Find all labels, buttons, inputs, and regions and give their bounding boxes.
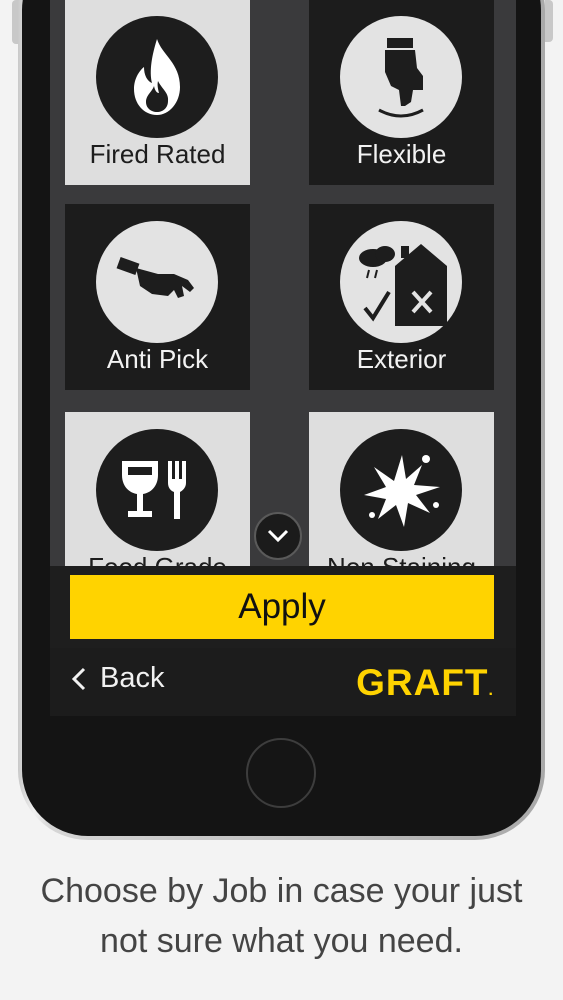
back-button[interactable]: Back (72, 662, 164, 695)
tile-label: Exterior (356, 344, 447, 374)
tile-label: Flexible (356, 139, 447, 169)
tile-anti-pick[interactable]: Anti Pick (65, 204, 250, 390)
tile-label: Fired Rated (89, 139, 226, 169)
logo-dot: . (488, 682, 494, 699)
phone-power-button (545, 0, 553, 42)
fire-icon (96, 16, 218, 138)
scroll-down-button[interactable] (254, 512, 302, 560)
tile-fired-rated[interactable]: Fired Rated (65, 0, 250, 185)
logo-text: GRAFT (356, 662, 489, 703)
hand-press-icon (340, 16, 462, 138)
chevron-left-icon (72, 667, 86, 690)
graft-logo: GRAFT. (356, 662, 494, 704)
bottom-nav: Back GRAFT. (50, 648, 516, 716)
hand-icon (96, 221, 218, 343)
caption-line-1: Choose by Job in case your just (40, 872, 523, 910)
caption-line-2: not sure what you need. (100, 922, 463, 960)
tile-flexible[interactable]: Flexible (309, 0, 494, 185)
house-weather-icon (340, 221, 462, 343)
tile-label: Anti Pick (106, 344, 209, 374)
app-screen: Fired Rated Flexible Anti Pick Exterior … (50, 0, 516, 716)
apply-button[interactable]: Apply (70, 575, 494, 639)
splash-icon (340, 429, 462, 551)
caption-text: Choose by Job in case your just not sure… (0, 866, 563, 966)
chevron-down-icon (267, 529, 289, 543)
cup-fork-icon (96, 429, 218, 551)
apply-bar: Apply (50, 566, 516, 648)
back-label: Back (100, 662, 165, 694)
tile-exterior[interactable]: Exterior (309, 204, 494, 390)
home-button (246, 738, 316, 808)
